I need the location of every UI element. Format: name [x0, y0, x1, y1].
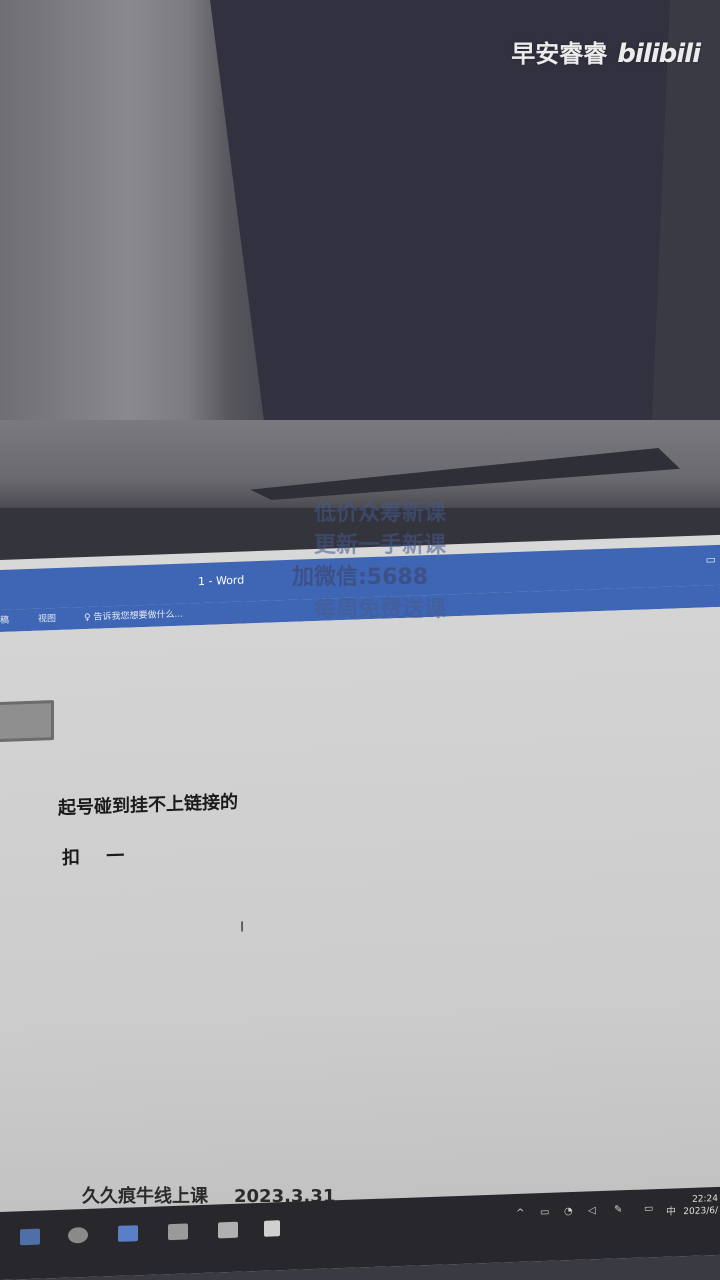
bilibili-logo: bilibili [617, 39, 701, 69]
promo-overlay: 低价众筹新课 更新一手新课 加微信:5688 每周免费送课 [0, 498, 720, 626]
tray-chevron-icon[interactable]: ^ [516, 1208, 524, 1219]
promo-line: 加微信:5688 [291, 565, 429, 590]
app-icon[interactable] [264, 1220, 280, 1237]
document-page[interactable]: 起号碰到挂不上链接的 扣 一 I [0, 606, 720, 1280]
document-text-line: 起号碰到挂不上链接的 [58, 791, 238, 819]
clock-date: 2023/6/ [683, 1205, 718, 1218]
promo-line: 低价众筹新课 [313, 501, 446, 526]
promo-line: 每周免费送课 [313, 597, 446, 622]
channel-name: 早安睿睿 [511, 40, 608, 68]
caption-text: 久久痕牛线上课 [82, 1186, 208, 1207]
app-icon[interactable] [168, 1223, 188, 1241]
search-icon[interactable] [68, 1226, 88, 1244]
volume-icon[interactable]: ◁ [588, 1205, 596, 1216]
start-icon[interactable] [20, 1228, 40, 1246]
word-window: 1 - Word ▭ 稿 视图 ♀ 告诉我您想要做什么... 起号碰到挂不上链接… [0, 534, 720, 1280]
wifi-icon[interactable]: ◔ [564, 1206, 573, 1217]
embedded-shape[interactable] [0, 700, 54, 743]
pen-icon[interactable]: ✎ [614, 1204, 622, 1215]
keyboard-icon[interactable]: ▭ [644, 1203, 653, 1214]
clock[interactable]: 22:24 2023/6/ [683, 1193, 718, 1218]
app-icon[interactable] [218, 1221, 238, 1239]
word-icon[interactable] [118, 1225, 138, 1242]
promo-line: 更新一手新课 [313, 533, 446, 558]
channel-watermark: 早安睿睿 bilibili [511, 34, 701, 69]
document-text-line: 扣 一 [62, 845, 125, 869]
network-icon[interactable]: ▭ [540, 1207, 549, 1218]
ime-indicator[interactable]: 中 [666, 1202, 676, 1217]
text-cursor-icon: I [240, 919, 245, 936]
video-frame: 1 - Word ▭ 稿 视图 ♀ 告诉我您想要做什么... 起号碰到挂不上链接… [0, 0, 720, 1280]
